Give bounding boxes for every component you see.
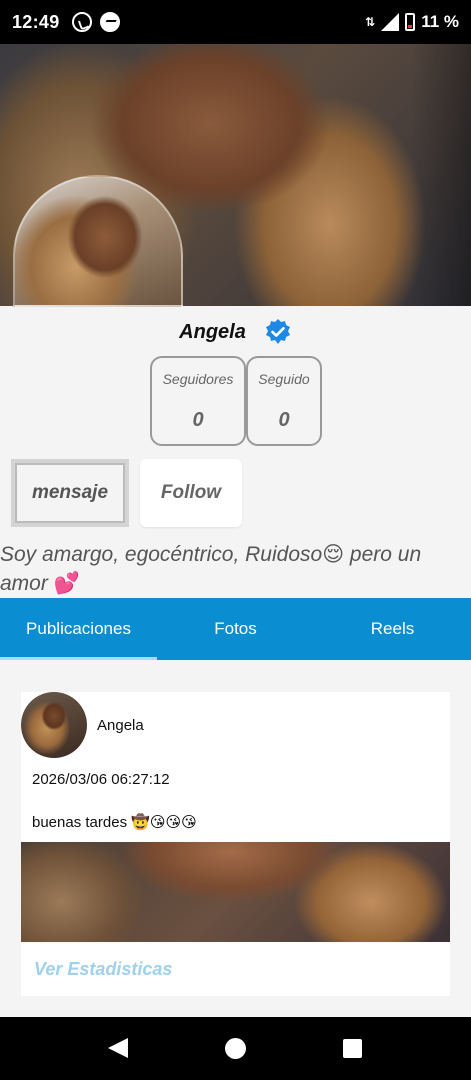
post-date: 2026/03/06 06:27:12 [32,771,170,788]
followers-label: Seguidores [162,371,234,387]
status-app-icons [71,12,120,32]
profile-name-row: Angela [0,316,471,348]
signal-icon [381,13,400,31]
message-button[interactable]: mensaje [11,459,129,527]
bio-text-2: amor [0,572,54,595]
messenger-icon [99,12,120,32]
post-image[interactable] [21,842,450,942]
followers-count: 0 [192,409,204,431]
bio-line-1: Soy amargo, egocéntrico, Ruidoso😌 pero u… [0,540,471,569]
following-stat[interactable]: Seguido 0 [246,356,322,446]
battery-percent: 11 % [421,12,459,31]
profile-tabs: Publicaciones Fotos Reels [0,598,471,660]
post-text: buenas tardes 🤠😘😘😘 [32,814,197,831]
following-count: 0 [278,409,290,431]
post-author-avatar[interactable] [21,692,87,758]
status-bar: 12:49 ⇅ 11 % [0,0,471,44]
post-author-name[interactable]: Angela [97,717,144,734]
back-icon[interactable] [108,1038,128,1058]
profile-bio: Soy amargo, egocéntrico, Ruidoso😌 pero u… [0,540,471,598]
whatsapp-icon [71,12,92,32]
verified-badge-icon [264,318,292,346]
data-arrows-icon: ⇅ [365,15,376,29]
view-stats-link[interactable]: Ver Estadisticas [34,959,172,980]
followers-stat[interactable]: Seguidores 0 [150,356,246,446]
status-right: ⇅ 11 % [365,12,459,32]
profile-name: Angela [179,320,246,343]
relieved-face-emoji: 😌 [322,542,345,566]
follow-button[interactable]: Follow [140,459,242,527]
post-card: Angela 2026/03/06 06:27:12 buenas tardes… [21,692,450,996]
tab-publicaciones[interactable]: Publicaciones [0,598,157,660]
bio-text-1-tail: pero un [344,543,422,566]
two-hearts-emoji: 💕 [53,571,80,595]
recents-icon[interactable] [343,1039,362,1058]
home-icon[interactable] [225,1038,246,1059]
tab-fotos[interactable]: Fotos [157,598,314,660]
bio-text-1: Soy amargo, egocéntrico, Ruidoso [0,543,323,566]
tab-reels[interactable]: Reels [314,598,471,660]
following-label: Seguido [258,371,310,387]
battery-icon [405,13,416,31]
system-nav-bar [0,1017,471,1080]
status-time: 12:49 [12,11,60,32]
bio-line-2: amor 💕 [0,569,471,598]
